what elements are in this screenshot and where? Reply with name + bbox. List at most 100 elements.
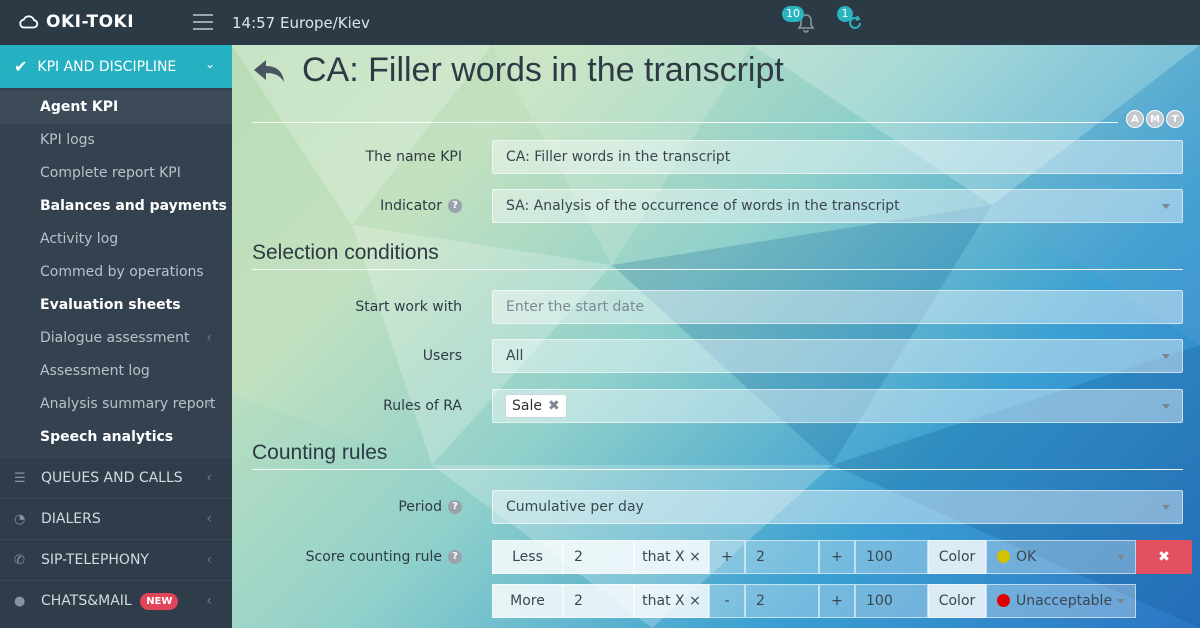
- list-icon: ☰: [14, 471, 26, 486]
- sidebar-item-label: CHATS&MAIL: [41, 593, 132, 609]
- check-icon: ✔: [14, 57, 28, 76]
- score-rule-row: More 2 that X × - 2 + 100 Color Unaccept…: [492, 584, 1136, 618]
- logo-text: OKI-TOKI: [46, 12, 135, 32]
- comparison-select[interactable]: More: [492, 584, 563, 618]
- view-toggle-m[interactable]: M: [1146, 110, 1164, 128]
- chevron-left-icon: ‹: [206, 511, 212, 527]
- sidebar-item-queues-and-calls[interactable]: ☰ QUEUES AND CALLS ‹: [0, 457, 232, 498]
- kpi-name-label: The name KPI: [365, 149, 462, 165]
- sidebar-item-sip-telephony[interactable]: ✆ SIP-TELEPHONY ‹: [0, 539, 232, 580]
- title-divider: [252, 122, 1118, 123]
- sync-count-badge: 1: [837, 6, 853, 22]
- delete-rule-button[interactable]: ✖: [1136, 540, 1192, 574]
- sync-button[interactable]: 1: [837, 6, 865, 34]
- notifications-count-badge: 10: [782, 6, 804, 22]
- caret-down-icon: [1162, 404, 1170, 409]
- status-dot-red: [997, 594, 1010, 607]
- score-input[interactable]: 100: [855, 584, 928, 618]
- operator-button[interactable]: +: [709, 540, 745, 574]
- sidebar-item-chats-mail[interactable]: ● CHATS&MAIL NEW ‹: [0, 580, 232, 621]
- period-label-row: Period?: [252, 499, 462, 515]
- sidebar-item-complete-report-kpi[interactable]: Complete report KPI: [0, 157, 232, 190]
- status-dot-yellow: [997, 550, 1010, 563]
- phone-icon: ✆: [14, 553, 25, 568]
- sidebar-item-label: QUEUES AND CALLS: [41, 470, 183, 486]
- score-input[interactable]: 100: [855, 540, 928, 574]
- sidebar-item-commed-by-operations[interactable]: Commed by operations: [0, 256, 232, 289]
- chevron-left-icon: ‹: [206, 470, 212, 486]
- caret-down-icon: [1162, 354, 1170, 359]
- status-color-select[interactable]: Unacceptable: [986, 584, 1136, 618]
- main-content: CA: Filler words in the transcript A M T…: [232, 45, 1200, 628]
- factor-input[interactable]: 2: [745, 584, 819, 618]
- sidebar-item-label: Dialogue assessment: [40, 330, 190, 346]
- color-label: Color: [928, 540, 986, 574]
- logo[interactable]: OKI-TOKI: [18, 11, 134, 33]
- sidebar: ✔ KPI AND DISCIPLINE ⌄ Agent KPI KPI log…: [0, 45, 232, 628]
- color-label: Color: [928, 584, 986, 618]
- counting-divider: [252, 469, 1183, 470]
- period-label: Period: [398, 499, 442, 515]
- operator-button[interactable]: +: [819, 540, 855, 574]
- start-work-label: Start work with: [355, 299, 462, 315]
- period-value: Cumulative per day: [506, 499, 644, 515]
- caret-down-icon: [1117, 555, 1125, 560]
- period-select[interactable]: Cumulative per day: [492, 490, 1183, 524]
- sidebar-item-kpi-logs[interactable]: KPI logs: [0, 124, 232, 157]
- caret-down-icon: [1162, 204, 1170, 209]
- rules-of-ra-label: Rules of RA: [383, 398, 462, 414]
- rules-of-ra-select[interactable]: Sale ✖: [492, 389, 1183, 423]
- sidebar-item-dialogue-assessment[interactable]: Dialogue assessment ‹: [0, 322, 232, 355]
- sidebar-item-activity-log[interactable]: Activity log: [0, 223, 232, 256]
- help-icon[interactable]: ?: [448, 199, 462, 213]
- threshold-input[interactable]: 2: [563, 540, 634, 574]
- chevron-down-icon: ⌄: [204, 57, 215, 71]
- indicator-label: Indicator: [380, 198, 442, 214]
- view-toggle-group: A M T: [1126, 110, 1184, 128]
- top-bar: OKI-TOKI 14:57 Europe/Kiev 10 1: [0, 0, 1200, 45]
- sidebar-header-balances: Balances and payments: [40, 198, 227, 214]
- sidebar-header-speech-analytics: Speech analytics: [40, 429, 174, 445]
- sidebar-section-label: KPI AND DISCIPLINE: [37, 58, 177, 75]
- status-label: OK: [1016, 549, 1037, 565]
- users-value: All: [506, 348, 524, 364]
- view-toggle-t[interactable]: T: [1166, 110, 1184, 128]
- indicator-label-row: Indicator?: [252, 198, 462, 214]
- counting-rules-title: Counting rules: [252, 441, 388, 464]
- start-date-input[interactable]: Enter the start date: [492, 290, 1183, 324]
- remove-tag-icon[interactable]: ✖: [548, 398, 560, 414]
- indicator-select[interactable]: SA: Analysis of the occurrence of words …: [492, 189, 1183, 223]
- sidebar-header-evaluation-sheets: Evaluation sheets: [40, 297, 181, 313]
- clock-icon: ◔: [14, 512, 26, 527]
- help-icon[interactable]: ?: [448, 500, 462, 514]
- help-icon[interactable]: ?: [448, 550, 462, 564]
- page-header: CA: Filler words in the transcript: [252, 51, 784, 90]
- threshold-input[interactable]: 2: [563, 584, 634, 618]
- operator-button[interactable]: -: [709, 584, 745, 618]
- new-badge: NEW: [140, 592, 179, 610]
- sidebar-section-kpi[interactable]: ✔ KPI AND DISCIPLINE ⌄: [0, 45, 232, 88]
- sidebar-item-assessment-log[interactable]: Assessment log: [0, 355, 232, 388]
- factor-input[interactable]: 2: [745, 540, 819, 574]
- menu-toggle-icon[interactable]: [193, 14, 213, 30]
- sidebar-item-dialers[interactable]: ◔ DIALERS ‹: [0, 498, 232, 539]
- multiplier-label: that X ×: [634, 584, 709, 618]
- caret-down-icon: [1162, 505, 1170, 510]
- notifications-button[interactable]: 10: [782, 6, 816, 34]
- clock-timezone: 14:57 Europe/Kiev: [232, 14, 370, 32]
- view-toggle-a[interactable]: A: [1126, 110, 1144, 128]
- sidebar-item-agent-kpi[interactable]: Agent KPI: [0, 91, 232, 124]
- multiplier-label: that X ×: [634, 540, 709, 574]
- back-arrow-icon[interactable]: [252, 56, 286, 86]
- users-select[interactable]: All: [492, 339, 1183, 373]
- caret-down-icon: [1117, 599, 1125, 604]
- sidebar-item-analysis-summary-report[interactable]: Analysis summary report ‹: [0, 388, 232, 421]
- selection-divider: [252, 269, 1183, 270]
- operator-button[interactable]: +: [819, 584, 855, 618]
- users-label: Users: [422, 348, 462, 364]
- score-rule-label: Score counting rule: [305, 549, 442, 565]
- status-color-select[interactable]: OK: [986, 540, 1136, 574]
- kpi-name-input[interactable]: CA: Filler words in the transcript: [492, 140, 1183, 174]
- chevron-left-icon: ‹: [206, 330, 212, 346]
- comparison-select[interactable]: Less: [492, 540, 563, 574]
